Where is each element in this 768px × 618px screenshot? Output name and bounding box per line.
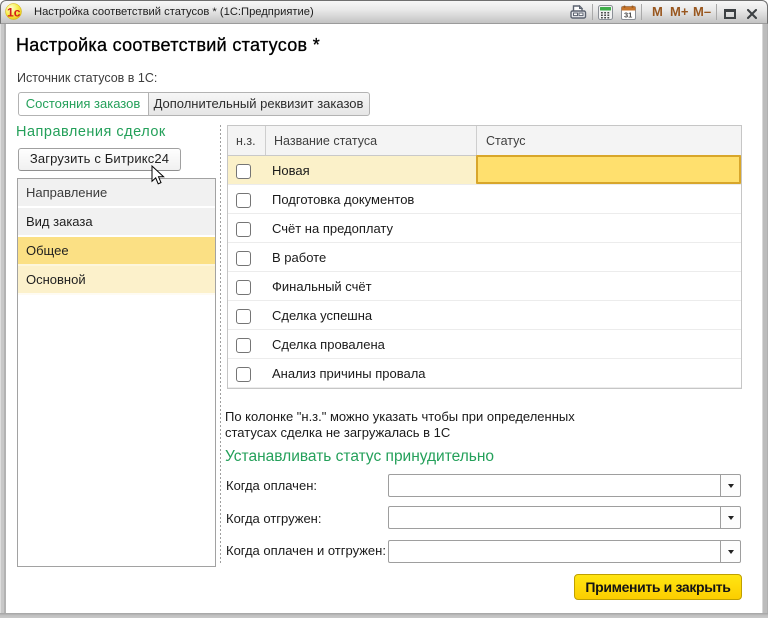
svg-text:31: 31 <box>624 11 632 20</box>
svg-text:1с: 1с <box>7 6 21 20</box>
